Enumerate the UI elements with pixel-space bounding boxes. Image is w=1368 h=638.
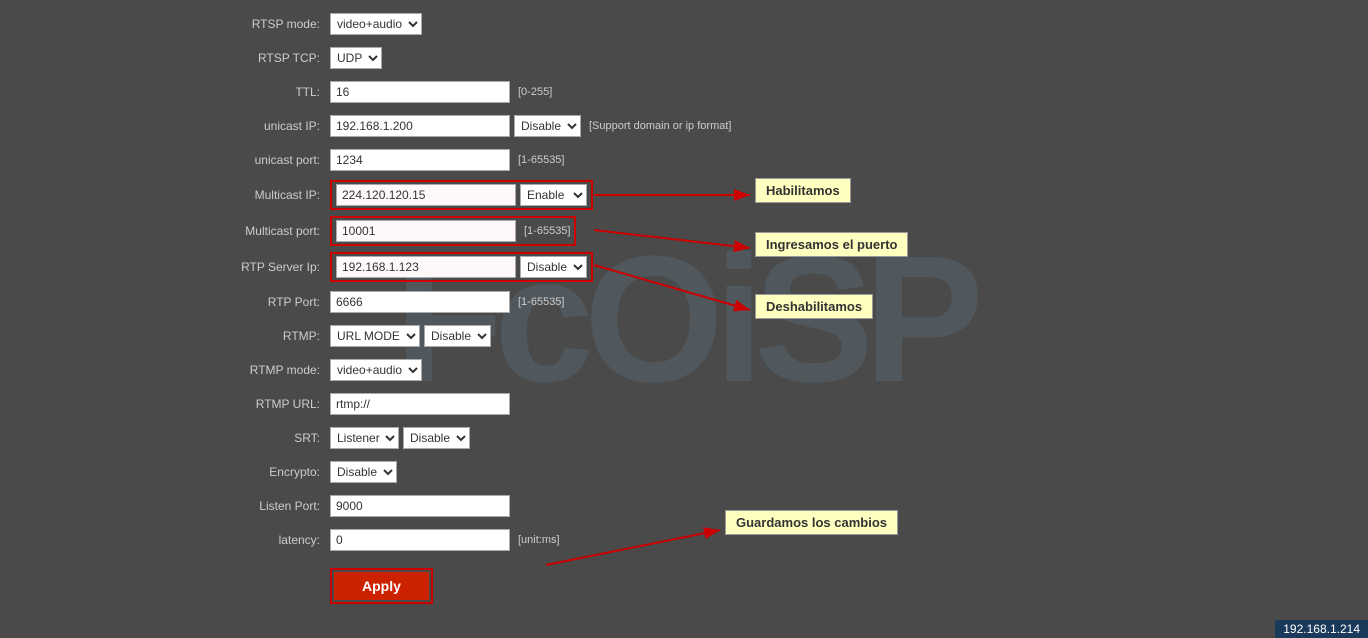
ttl-row: TTL: 16 [0-255] bbox=[200, 78, 1348, 106]
multicast-ip-label: Multicast IP: bbox=[200, 188, 330, 202]
rtmp-label: RTMP: bbox=[200, 329, 330, 343]
srt-select2[interactable]: Disable Enable bbox=[403, 427, 470, 449]
unicast-port-label: unicast port: bbox=[200, 153, 330, 167]
multicast-ip-input[interactable]: 224.120.120.15 bbox=[336, 184, 516, 206]
rtp-port-label: RTP Port: bbox=[200, 295, 330, 309]
multicast-port-label: Multicast port: bbox=[200, 224, 330, 238]
ttl-controls: 16 [0-255] bbox=[330, 81, 552, 103]
unicast-port-input[interactable]: 1234 bbox=[330, 149, 510, 171]
rtp-server-ip-highlight: 192.168.1.123 Disable Enable bbox=[330, 252, 593, 282]
latency-label: latency: bbox=[200, 533, 330, 547]
rtsp-tcp-label: RTSP TCP: bbox=[200, 51, 330, 65]
rtmp-select1[interactable]: URL MODE bbox=[330, 325, 420, 347]
srt-row: SRT: Listener Caller Disable Enable bbox=[200, 424, 1348, 452]
rtmp-url-label: RTMP URL: bbox=[200, 397, 330, 411]
rtp-server-ip-label: RTP Server Ip: bbox=[200, 260, 330, 274]
rtmp-url-controls: rtmp:// bbox=[330, 393, 510, 415]
callout-habilitamos: Habilitamos bbox=[755, 178, 851, 203]
rtmp-mode-row: RTMP mode: video+audio bbox=[200, 356, 1348, 384]
rtmp-url-row: RTMP URL: rtmp:// bbox=[200, 390, 1348, 418]
apply-button[interactable]: Apply bbox=[334, 572, 429, 600]
latency-controls: 0 [unit:ms] bbox=[330, 529, 560, 551]
ttl-input[interactable]: 16 bbox=[330, 81, 510, 103]
rtp-port-hint: [1-65535] bbox=[518, 296, 564, 308]
multicast-port-input[interactable]: 10001 bbox=[336, 220, 516, 242]
ip-badge: 192.168.1.214 bbox=[1275, 620, 1368, 638]
main-content: RTSP mode: video+audio RTSP TCP: UDP TCP… bbox=[0, 0, 1368, 614]
unicast-ip-controls: 192.168.1.200 Disable Enable [Support do… bbox=[330, 115, 731, 137]
unicast-ip-row: unicast IP: 192.168.1.200 Disable Enable… bbox=[200, 112, 1348, 140]
listen-port-label: Listen Port: bbox=[200, 499, 330, 513]
srt-select1[interactable]: Listener Caller bbox=[330, 427, 399, 449]
rtsp-tcp-row: RTSP TCP: UDP TCP bbox=[200, 44, 1348, 72]
rtsp-tcp-select[interactable]: UDP TCP bbox=[330, 47, 382, 69]
rtsp-mode-row: RTSP mode: video+audio bbox=[200, 10, 1348, 38]
unicast-ip-label: unicast IP: bbox=[200, 119, 330, 133]
latency-hint: [unit:ms] bbox=[518, 534, 560, 546]
unicast-ip-hint: [Support domain or ip format] bbox=[589, 120, 731, 132]
listen-port-input[interactable]: 9000 bbox=[330, 495, 510, 517]
srt-controls: Listener Caller Disable Enable bbox=[330, 427, 470, 449]
rtsp-mode-select[interactable]: video+audio bbox=[330, 13, 422, 35]
rtmp-mode-select[interactable]: video+audio bbox=[330, 359, 422, 381]
rtmp-url-input[interactable]: rtmp:// bbox=[330, 393, 510, 415]
encrypto-label: Encrypto: bbox=[200, 465, 330, 479]
rtsp-mode-controls: video+audio bbox=[330, 13, 422, 35]
multicast-port-highlight: 10001 [1-65535] bbox=[330, 216, 576, 246]
unicast-ip-select[interactable]: Disable Enable bbox=[514, 115, 581, 137]
multicast-port-hint: [1-65535] bbox=[524, 225, 570, 237]
callout-ingresamos: Ingresamos el puerto bbox=[755, 232, 908, 257]
ttl-label: TTL: bbox=[200, 85, 330, 99]
rtmp-mode-label: RTMP mode: bbox=[200, 363, 330, 377]
multicast-ip-highlight: 224.120.120.15 Enable Disable bbox=[330, 180, 593, 210]
latency-input[interactable]: 0 bbox=[330, 529, 510, 551]
rtp-port-input[interactable]: 6666 bbox=[330, 291, 510, 313]
srt-label: SRT: bbox=[200, 431, 330, 445]
rtmp-select2[interactable]: Disable Enable bbox=[424, 325, 491, 347]
unicast-port-controls: 1234 [1-65535] bbox=[330, 149, 564, 171]
rtmp-mode-controls: video+audio bbox=[330, 359, 422, 381]
rtsp-tcp-controls: UDP TCP bbox=[330, 47, 382, 69]
ttl-hint: [0-255] bbox=[518, 86, 552, 98]
callout-deshabilitamos: Deshabilitamos bbox=[755, 294, 873, 319]
rtmp-controls: URL MODE Disable Enable bbox=[330, 325, 491, 347]
rtmp-row: RTMP: URL MODE Disable Enable bbox=[200, 322, 1348, 350]
rtp-server-ip-input[interactable]: 192.168.1.123 bbox=[336, 256, 516, 278]
rtp-server-ip-select[interactable]: Disable Enable bbox=[520, 256, 587, 278]
unicast-port-hint: [1-65535] bbox=[518, 154, 564, 166]
encrypto-select[interactable]: Disable Enable bbox=[330, 461, 397, 483]
unicast-port-row: unicast port: 1234 [1-65535] bbox=[200, 146, 1348, 174]
unicast-ip-input[interactable]: 192.168.1.200 bbox=[330, 115, 510, 137]
encrypto-controls: Disable Enable bbox=[330, 461, 397, 483]
encrypto-row: Encrypto: Disable Enable bbox=[200, 458, 1348, 486]
multicast-ip-select[interactable]: Enable Disable bbox=[520, 184, 587, 206]
rtsp-mode-label: RTSP mode: bbox=[200, 17, 330, 31]
listen-port-controls: 9000 bbox=[330, 495, 510, 517]
callout-guardamos: Guardamos los cambios bbox=[725, 510, 898, 535]
rtp-port-controls: 6666 [1-65535] bbox=[330, 291, 564, 313]
apply-button-container: Apply bbox=[330, 568, 433, 604]
